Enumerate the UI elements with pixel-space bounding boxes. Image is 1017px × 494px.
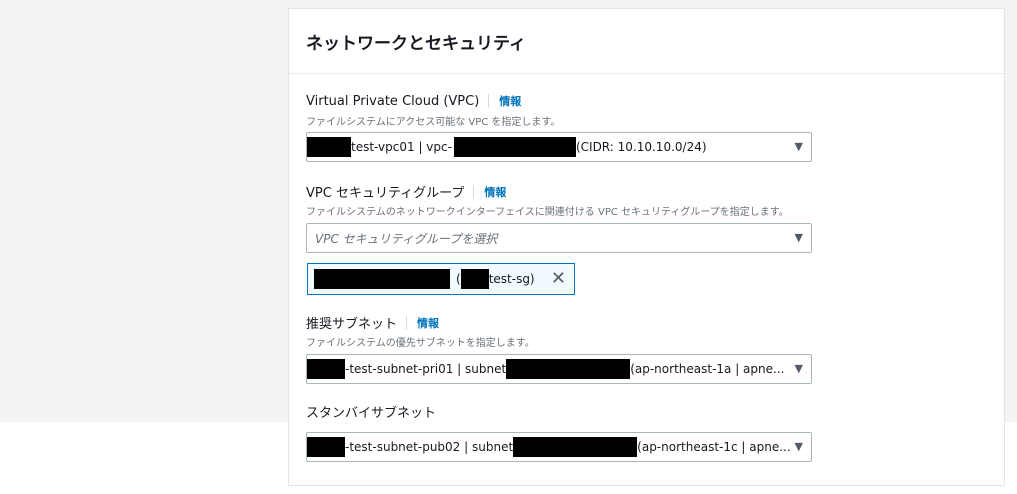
sg-label: VPC セキュリティグループ: [306, 186, 465, 201]
divider: [473, 184, 475, 199]
vpc-info-link[interactable]: 情報: [499, 93, 521, 109]
preferred-subnet-label-row: 推奨サブネット 情報: [306, 313, 439, 332]
vpc-label: Virtual Private Cloud (VPC): [306, 93, 480, 109]
caret-down-icon: ▼: [794, 440, 803, 453]
redacted-block: [307, 437, 345, 457]
selected-sg-token: ( test-sg) ✕: [307, 263, 575, 295]
standby-subnet-label-row: スタンバイサブネット: [306, 402, 436, 421]
caret-down-icon: ▼: [794, 362, 803, 375]
standby-subnet-select[interactable]: -test-subnet-pub02 | subnet (ap-northeas…: [306, 432, 812, 462]
preferred-subnet-az: (ap-northeast-1a | apne...: [630, 362, 785, 376]
redacted-block: [453, 137, 576, 157]
redacted-block: [513, 437, 638, 457]
section-title: ネットワークとセキュリティ: [289, 9, 1004, 74]
vpc-description: ファイルシステムにアクセス可能な VPC を指定します。: [306, 117, 561, 128]
preferred-subnet-info-link[interactable]: 情報: [417, 315, 439, 331]
redacted-block: [460, 269, 489, 289]
sg-select[interactable]: VPC セキュリティグループを選択 ▼: [306, 223, 812, 253]
token-label: test-sg): [488, 272, 535, 286]
redacted-block: [314, 269, 450, 289]
sg-info-link[interactable]: 情報: [484, 184, 506, 200]
preferred-subnet-description: ファイルシステムの優先サブネットを指定します。: [306, 338, 535, 349]
vpc-select[interactable]: test-vpc01 | vpc- (CIDR: 10.10.10.0/24) …: [306, 132, 812, 162]
preferred-subnet-value: -test-subnet-pri01 | subnet: [345, 362, 507, 376]
preferred-subnet-label: 推奨サブネット: [306, 317, 398, 332]
divider: [488, 94, 490, 108]
network-security-panel: ネットワークとセキュリティ Virtual Private Cloud (VPC…: [288, 8, 1005, 486]
sg-label-row: VPC セキュリティグループ 情報: [306, 182, 506, 201]
redacted-block: [307, 137, 351, 157]
sg-description: ファイルシステムのネットワークインターフェイスに関連付ける VPC セキュリティ…: [306, 207, 789, 218]
caret-down-icon: ▼: [794, 140, 803, 153]
standby-subnet-value: -test-subnet-pub02 | subnet: [345, 440, 514, 454]
standby-subnet-label: スタンバイサブネット: [306, 406, 437, 421]
divider: [406, 315, 408, 330]
close-icon[interactable]: ✕: [551, 268, 566, 289]
vpc-value: test-vpc01 | vpc-: [351, 140, 452, 154]
redacted-block: [506, 359, 631, 379]
standby-subnet-az: (ap-northeast-1c | apne...: [637, 440, 791, 454]
vpc-cidr: (CIDR: 10.10.10.0/24): [575, 140, 707, 154]
vpc-label-row: Virtual Private Cloud (VPC) 情報: [306, 93, 521, 109]
sg-placeholder: VPC セキュリティグループを選択: [315, 231, 498, 246]
redacted-block: [307, 359, 345, 379]
caret-down-icon: ▼: [794, 231, 803, 244]
preferred-subnet-select[interactable]: -test-subnet-pri01 | subnet (ap-northeas…: [306, 354, 812, 384]
